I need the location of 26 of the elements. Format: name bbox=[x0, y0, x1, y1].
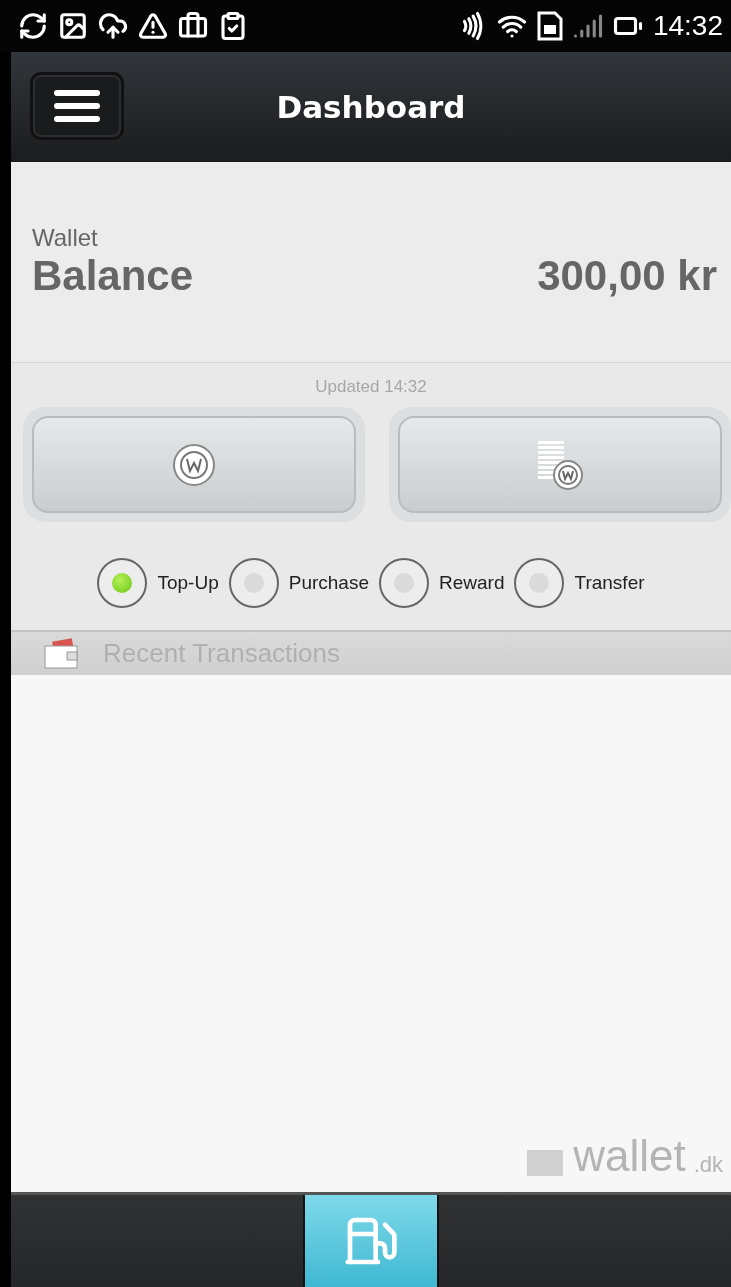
radio-button[interactable] bbox=[514, 558, 565, 608]
radio-button[interactable] bbox=[379, 558, 429, 608]
radio-label: Purchase bbox=[288, 572, 369, 594]
briefcase-icon bbox=[178, 11, 208, 41]
menu-button[interactable] bbox=[33, 75, 121, 137]
clock-time: 14:32 bbox=[652, 10, 723, 42]
warning-icon bbox=[138, 11, 168, 41]
wallet-icon bbox=[43, 637, 79, 670]
page-title: Dashboard bbox=[276, 89, 466, 125]
radio-button[interactable] bbox=[97, 558, 148, 608]
sim-card-icon bbox=[536, 11, 563, 41]
balance-amount: 300,00 kr bbox=[537, 252, 717, 300]
image-icon bbox=[58, 11, 88, 41]
brand-suffix: .dk bbox=[693, 1152, 723, 1178]
brand-name: wallet bbox=[573, 1134, 686, 1178]
wallet-label: Wallet bbox=[32, 224, 99, 252]
clipboard-check-icon bbox=[218, 11, 248, 41]
sync-icon bbox=[18, 11, 48, 41]
radio-label: Transfer bbox=[574, 572, 645, 594]
updated-time: Updated 14:32 bbox=[315, 377, 427, 397]
upload-icon bbox=[98, 11, 128, 41]
balance-label: Balance bbox=[32, 252, 194, 300]
radio-label: Reward bbox=[439, 572, 505, 594]
signal-icon bbox=[572, 11, 603, 41]
radio-button[interactable] bbox=[228, 558, 279, 608]
radio-label: Top-Up bbox=[157, 572, 219, 594]
